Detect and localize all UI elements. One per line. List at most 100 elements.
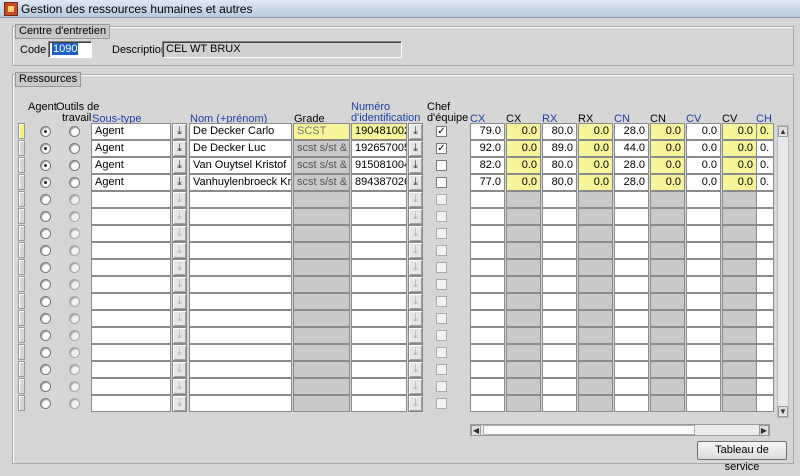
chef-checkbox[interactable] (436, 245, 447, 256)
chef-checkbox[interactable] (436, 381, 447, 392)
value-cell[interactable] (470, 208, 505, 225)
download-arrow-icon[interactable]: ⤓ (408, 361, 423, 378)
agent-radio[interactable] (40, 279, 51, 290)
numero-cell[interactable] (351, 395, 407, 412)
row-marker[interactable] (18, 259, 25, 275)
download-arrow-icon[interactable]: ⤓ (172, 242, 187, 259)
value-cell[interactable] (686, 225, 721, 242)
row-marker[interactable] (18, 310, 25, 326)
value-cell[interactable] (614, 310, 649, 327)
outils-radio[interactable] (69, 245, 80, 256)
value-cell[interactable] (470, 259, 505, 276)
value-cell[interactable] (756, 208, 774, 225)
nom-cell[interactable] (189, 327, 292, 344)
value-cell[interactable] (686, 310, 721, 327)
download-arrow-icon[interactable]: ⤓ (172, 395, 187, 412)
value-cell[interactable] (542, 259, 577, 276)
tableau-de-service-button[interactable]: Tableau de service (697, 441, 787, 473)
row-marker[interactable] (18, 140, 25, 156)
row-marker[interactable] (18, 157, 25, 173)
numero-cell[interactable] (351, 259, 407, 276)
chef-checkbox[interactable]: ✓ (436, 126, 447, 137)
agent-radio[interactable] (40, 194, 51, 205)
value-cell[interactable]: 44.0 (614, 140, 649, 157)
agent-radio[interactable] (40, 126, 51, 137)
value-cell[interactable] (542, 293, 577, 310)
outils-radio[interactable] (69, 330, 80, 341)
value-cell[interactable] (470, 344, 505, 361)
download-arrow-icon[interactable]: ⤓ (172, 361, 187, 378)
value-cell[interactable]: 28.0 (614, 157, 649, 174)
outils-radio[interactable] (69, 143, 80, 154)
value-cell[interactable] (756, 378, 774, 395)
nom-cell[interactable] (189, 259, 292, 276)
value-cell[interactable]: 0. (756, 123, 774, 140)
value-cell[interactable] (686, 242, 721, 259)
value-cell[interactable] (542, 378, 577, 395)
row-marker[interactable] (18, 208, 25, 224)
scroll-left-icon[interactable]: ◀ (471, 425, 481, 436)
value-cell[interactable]: 0.0 (686, 174, 721, 191)
download-arrow-icon[interactable]: ⤓ (172, 140, 187, 157)
value-cell[interactable]: 77.0 (470, 174, 505, 191)
chef-checkbox[interactable] (436, 177, 447, 188)
value-cell[interactable] (614, 242, 649, 259)
value-cell[interactable] (686, 378, 721, 395)
value-cell[interactable] (542, 225, 577, 242)
nom-cell[interactable] (189, 276, 292, 293)
numero-cell[interactable]: 190481002 (351, 123, 407, 140)
value-cell[interactable]: 0. (756, 157, 774, 174)
value-cell[interactable] (686, 259, 721, 276)
value-cell[interactable] (686, 395, 721, 412)
agent-radio[interactable] (40, 364, 51, 375)
value-cell[interactable]: 79.0 (470, 123, 505, 140)
value-cell[interactable] (470, 378, 505, 395)
row-marker[interactable] (18, 327, 25, 343)
value-cell[interactable] (686, 293, 721, 310)
value-cell[interactable] (614, 378, 649, 395)
nom-cell[interactable] (189, 395, 292, 412)
agent-radio[interactable] (40, 381, 51, 392)
outils-radio[interactable] (69, 381, 80, 392)
nom-cell[interactable] (189, 208, 292, 225)
outils-radio[interactable] (69, 177, 80, 188)
chef-checkbox[interactable] (436, 364, 447, 375)
value-cell[interactable] (686, 276, 721, 293)
value-cell[interactable] (542, 242, 577, 259)
value-cell[interactable] (614, 191, 649, 208)
download-arrow-icon[interactable]: ⤓ (172, 208, 187, 225)
agent-radio[interactable] (40, 330, 51, 341)
numero-cell[interactable] (351, 293, 407, 310)
numero-cell[interactable] (351, 208, 407, 225)
description-field[interactable]: CEL WT BRUX (162, 41, 402, 58)
soustype-cell[interactable] (91, 208, 171, 225)
numero-cell[interactable] (351, 225, 407, 242)
soustype-cell[interactable] (91, 361, 171, 378)
value-cell[interactable] (614, 208, 649, 225)
value-cell[interactable] (542, 310, 577, 327)
numero-cell[interactable] (351, 191, 407, 208)
value-cell[interactable] (470, 242, 505, 259)
value-cell[interactable]: 0.0 (686, 123, 721, 140)
soustype-cell[interactable] (91, 327, 171, 344)
agent-radio[interactable] (40, 296, 51, 307)
value-cell[interactable] (756, 310, 774, 327)
download-arrow-icon[interactable]: ⤓ (172, 293, 187, 310)
soustype-cell[interactable]: Agent (91, 174, 171, 191)
download-arrow-icon[interactable]: ⤓ (408, 378, 423, 395)
download-arrow-icon[interactable]: ⤓ (408, 157, 423, 174)
value-cell[interactable] (542, 276, 577, 293)
download-arrow-icon[interactable]: ⤓ (172, 225, 187, 242)
value-cell[interactable] (756, 191, 774, 208)
download-arrow-icon[interactable]: ⤓ (172, 310, 187, 327)
chef-checkbox[interactable] (436, 160, 447, 171)
numero-cell[interactable] (351, 344, 407, 361)
download-arrow-icon[interactable]: ⤓ (408, 174, 423, 191)
value-cell[interactable] (756, 276, 774, 293)
numero-cell[interactable] (351, 327, 407, 344)
download-arrow-icon[interactable]: ⤓ (408, 293, 423, 310)
agent-radio[interactable] (40, 143, 51, 154)
chef-checkbox[interactable] (436, 296, 447, 307)
value-cell[interactable] (614, 395, 649, 412)
value-cell[interactable] (756, 344, 774, 361)
